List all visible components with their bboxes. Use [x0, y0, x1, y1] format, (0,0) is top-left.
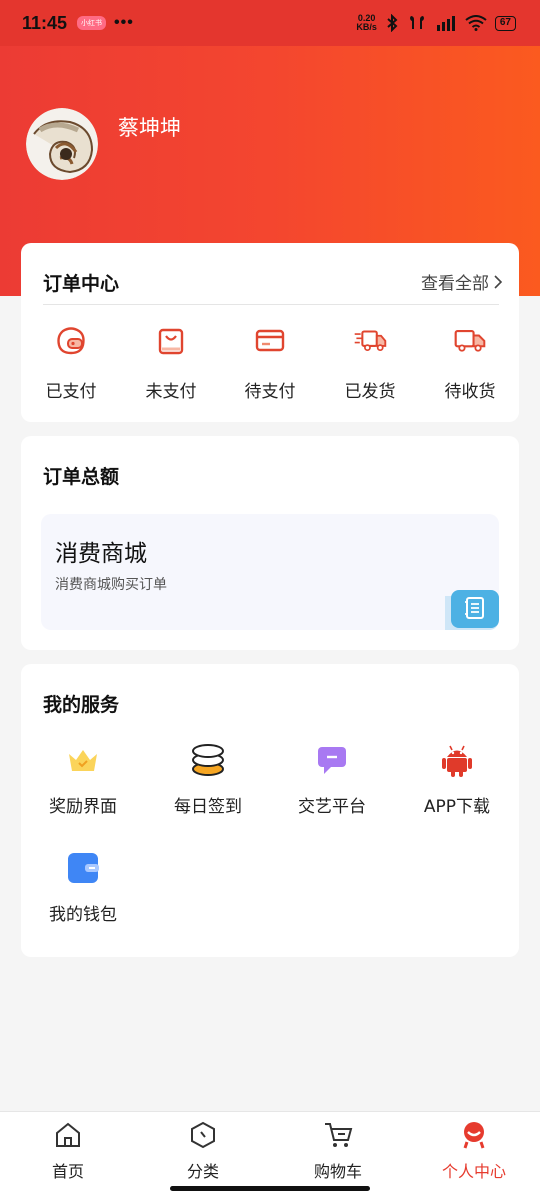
delivery-truck-fast-icon — [354, 330, 387, 352]
avatar[interactable] — [26, 108, 98, 180]
username: 蔡坤坤 — [118, 116, 181, 140]
consumer-mall-entry[interactable]: 消费商城 消费商城购买订单 — [41, 514, 499, 630]
home-icon — [56, 1122, 80, 1147]
mall-subtitle: 消费商城购买订单 — [55, 577, 167, 593]
view-all-orders-link[interactable]: 查看全部 — [421, 269, 503, 294]
earbuds-icon — [409, 16, 424, 29]
order-paid-button[interactable]: 已支付 — [26, 323, 116, 402]
service-app-download-button[interactable]: APP下载 — [397, 742, 517, 817]
notebook-icon — [445, 590, 499, 630]
more-notifications-icon: ••• — [114, 14, 134, 31]
service-wallet-button[interactable]: 我的钱包 — [23, 850, 143, 925]
battery-icon: 67 — [494, 15, 516, 31]
tab-home[interactable]: 首页 — [18, 1120, 118, 1182]
wallet-blue-icon — [68, 853, 99, 883]
status-time: 11:45 — [22, 12, 68, 33]
chevron-right-icon — [494, 274, 503, 289]
signal-icon — [436, 16, 455, 31]
order-total-card: 订单总额 消费商城 消费商城购买订单 — [21, 436, 519, 650]
order-unpaid-button[interactable]: 未支付 — [126, 323, 216, 402]
chat-bubble-icon — [318, 747, 346, 774]
cart-icon — [325, 1123, 353, 1147]
bluetooth-icon — [387, 14, 398, 32]
order-shipped-button[interactable]: 已发货 — [325, 323, 415, 402]
app-badge: 小红书 — [77, 16, 107, 30]
tab-profile[interactable]: 个人中心 — [424, 1120, 524, 1182]
service-daily-checkin-button[interactable]: 每日签到 — [148, 742, 268, 817]
tab-cart[interactable]: 购物车 — [288, 1120, 388, 1182]
profile-icon — [463, 1122, 485, 1149]
service-rewards-button[interactable]: 奖励界面 — [23, 742, 143, 817]
order-center-title: 订单中心 — [43, 273, 120, 295]
status-bar: 11:45 小红书 ••• 0.20 KB/s 67 — [0, 0, 540, 46]
coins-stack-icon — [192, 744, 224, 776]
category-icon — [191, 1121, 215, 1149]
order-pending-payment-button[interactable]: 待支付 — [225, 323, 315, 402]
home-indicator — [170, 1186, 370, 1191]
order-center-card: 订单中心 查看全部 已支付 未支付 待支付 已发货 待收货 — [21, 243, 519, 422]
service-platform-button[interactable]: 交艺平台 — [272, 742, 392, 817]
wallet-icon — [57, 327, 85, 355]
crown-icon — [69, 750, 97, 771]
android-icon — [442, 745, 472, 777]
wifi-icon — [465, 15, 487, 31]
shopping-bag-icon — [158, 328, 184, 355]
divider — [43, 304, 499, 305]
network-speed: 0.20 KB/s — [356, 13, 377, 32]
order-total-title: 订单总额 — [43, 466, 120, 488]
order-to-receive-button[interactable]: 待收货 — [425, 323, 515, 402]
delivery-truck-icon — [454, 329, 486, 352]
my-services-title: 我的服务 — [43, 694, 120, 716]
my-services-card: 我的服务 奖励界面 每日签到 交艺平台 APP下载 我的钱包 — [21, 664, 519, 957]
tab-category[interactable]: 分类 — [153, 1120, 253, 1182]
card-icon — [255, 329, 285, 352]
mall-title: 消费商城 — [55, 541, 147, 567]
